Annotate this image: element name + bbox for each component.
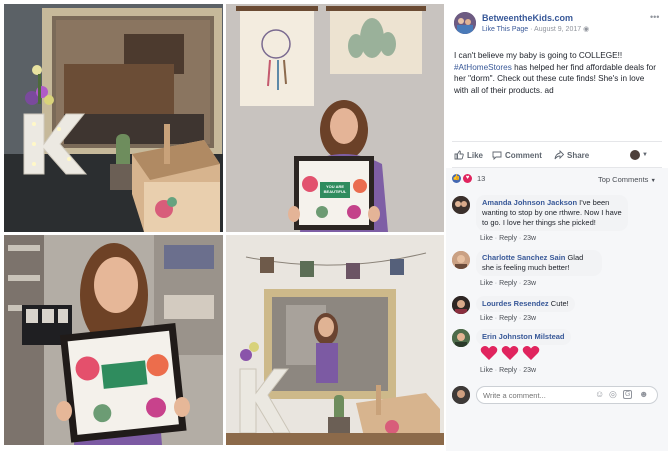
- comment-reply-1[interactable]: Reply: [499, 235, 517, 242]
- like-reaction-icon: 👍: [452, 174, 461, 183]
- comment-time-1: 23w: [523, 235, 537, 242]
- photo-3-illustration: [4, 235, 223, 445]
- comment-input[interactable]: [483, 389, 583, 401]
- reactions-count: 13: [477, 174, 486, 183]
- comment-time-3: 23w: [523, 315, 537, 322]
- emoji-icon[interactable]: ☺: [595, 389, 604, 399]
- sort-chevron-icon: ▼: [650, 178, 656, 184]
- comment-like-3[interactable]: Like: [480, 315, 493, 322]
- like-page-link[interactable]: Like This Page: [482, 26, 528, 33]
- camera-icon[interactable]: ◎: [609, 389, 617, 400]
- post-date: August 9, 2017: [534, 26, 582, 33]
- comment-composer[interactable]: ☺ ◎ G ☻: [476, 386, 658, 404]
- comment-avatar-1-image: [452, 196, 470, 214]
- comment-avatar-4-image: [452, 329, 470, 347]
- speech-bubble-icon: [492, 151, 502, 160]
- comment-actions-2: Like · Reply · 23w: [480, 280, 537, 287]
- comment-actions-1: Like · Reply · 23w: [480, 235, 537, 242]
- comment-hearts-4: [480, 345, 540, 361]
- sticker-icon[interactable]: ☻: [639, 389, 648, 399]
- post-as-selector[interactable]: ▼: [630, 150, 648, 160]
- comment-author-1[interactable]: Amanda Johnson Jackson: [482, 198, 577, 207]
- comment-time-4: 23w: [523, 367, 537, 374]
- page-name-link[interactable]: BetweentheKids.com: [482, 13, 573, 23]
- comment-actions-4: Like · Reply · 23w: [480, 367, 537, 374]
- hashtag-link[interactable]: #AtHomeStores: [454, 63, 512, 72]
- globe-icon: ◉: [583, 26, 590, 33]
- comment-avatar-1[interactable]: [452, 196, 470, 214]
- comment-time-2: 23w: [523, 280, 537, 287]
- comment-button[interactable]: Comment: [492, 150, 542, 160]
- heart-icon: [522, 346, 540, 360]
- like-button-label: Like: [467, 150, 484, 160]
- sort-comments-dropdown[interactable]: Top Comments ▼: [598, 175, 656, 184]
- comment-bubble-3: Lourdes Resendez Cute!: [476, 296, 575, 312]
- post-panel: BetweentheKids.com Like This Page · Augu…: [446, 0, 668, 451]
- photo-2-illustration: [226, 4, 444, 232]
- comment-button-label: Comment: [505, 150, 542, 160]
- post-options-icon[interactable]: •••: [650, 12, 659, 22]
- post-as-avatar: [630, 150, 640, 160]
- photo-mirror-with-lights[interactable]: [226, 235, 444, 445]
- comment-avatar-3[interactable]: [452, 296, 470, 314]
- comment-like-1[interactable]: Like: [480, 235, 493, 242]
- thumbs-up-icon: [454, 150, 464, 160]
- post-text-line1: I can't believe my baby is going to COLL…: [454, 51, 623, 60]
- comment-bubble-1: Amanda Johnson Jackson I've been wanting…: [476, 195, 628, 231]
- comment-bubble-2: Charlotte Sanchez Sain Glad she is feeli…: [476, 250, 602, 276]
- page-avatar-image: [454, 12, 476, 34]
- comment-avatar-4[interactable]: [452, 329, 470, 347]
- divider-top: [452, 141, 662, 142]
- chevron-down-icon: ▼: [642, 152, 648, 158]
- share-button[interactable]: Share: [554, 150, 589, 160]
- photo-selfie-with-sign[interactable]: [4, 235, 223, 445]
- comment-text-3: Cute!: [550, 299, 569, 308]
- sort-comments-label: Top Comments: [598, 175, 649, 184]
- gif-icon[interactable]: G: [623, 390, 633, 399]
- comment-avatar-2[interactable]: [452, 251, 470, 269]
- photo-girl-holding-sign[interactable]: YOU ARE BEAUTIFUL: [226, 4, 444, 232]
- comment-like-2[interactable]: Like: [480, 280, 493, 287]
- comment-reply-4[interactable]: Reply: [499, 367, 517, 374]
- sign-caption: YOU ARE BEAUTIFUL: [323, 184, 347, 194]
- post-meta: Like This Page · August 9, 2017 ◉: [482, 25, 589, 33]
- comment-actions-3: Like · Reply · 23w: [480, 315, 537, 322]
- comment-author-3[interactable]: Lourdes Resendez: [482, 299, 549, 308]
- comment-reply-2[interactable]: Reply: [499, 280, 517, 287]
- love-reaction-icon: ♥: [463, 174, 472, 183]
- share-arrow-icon: [554, 150, 564, 160]
- photo-4-illustration: [226, 235, 444, 445]
- photo-1-illustration: [4, 4, 223, 232]
- composer-avatar-image: [452, 386, 470, 404]
- comment-like-4[interactable]: Like: [480, 367, 493, 374]
- post-text: I can't believe my baby is going to COLL…: [454, 50, 660, 96]
- heart-icon: [480, 346, 498, 360]
- comment-author-4[interactable]: Erin Johnston Milstead: [482, 332, 565, 341]
- comment-reply-3[interactable]: Reply: [499, 315, 517, 322]
- like-button[interactable]: Like: [454, 150, 483, 160]
- comment-author-2[interactable]: Charlotte Sanchez Sain: [482, 253, 565, 262]
- comment-avatar-3-image: [452, 296, 470, 314]
- heart-icon: [501, 346, 519, 360]
- composer-avatar: [452, 386, 470, 404]
- share-button-label: Share: [567, 150, 590, 160]
- comment-avatar-2-image: [452, 251, 470, 269]
- photo-marquee-k-and-crate[interactable]: [4, 4, 223, 232]
- reactions-summary[interactable]: 👍 ♥ 13: [452, 174, 485, 183]
- comment-bubble-4: Erin Johnston Milstead: [476, 329, 571, 345]
- page-avatar[interactable]: [454, 12, 476, 34]
